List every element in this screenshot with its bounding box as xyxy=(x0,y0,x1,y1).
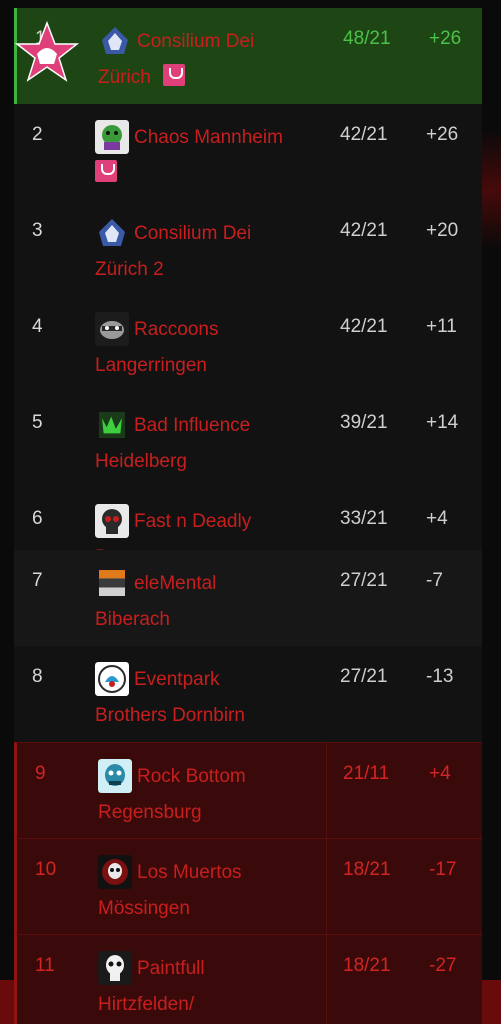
team-name-line1: Consilium Dei xyxy=(137,31,255,52)
team-name-line2: Brothers Dornbirn xyxy=(95,705,245,726)
score-cell: 42/21 xyxy=(340,220,388,241)
team-name: Los Muertos Mössingen xyxy=(98,855,298,927)
trophy-icon xyxy=(95,160,117,182)
team-name: eleMental Biberach xyxy=(95,566,295,638)
score-cell: 27/21 xyxy=(340,666,388,687)
rank-cell: 4 xyxy=(32,316,43,337)
team-name-line2: Regensburg xyxy=(98,802,202,823)
table-row-10[interactable]: 10 Los Muertos Mössingen 18/21 -17 xyxy=(14,838,482,934)
score-cell: 33/21 xyxy=(340,508,388,529)
rank-cell: 6 xyxy=(32,508,43,529)
left-edge xyxy=(0,0,14,1024)
trophy-icon xyxy=(163,64,185,86)
rank-cell: 11 xyxy=(35,955,55,976)
team-name-line1: Consilium Dei xyxy=(134,223,252,244)
diff-cell: +26 xyxy=(429,28,462,49)
rank-cell: 7 xyxy=(32,570,43,591)
team-name-line2: Hirtzfelden/ xyxy=(98,994,195,1015)
team-name: Eventpark Brothers Dornbirn xyxy=(95,662,295,734)
right-edge-accent xyxy=(482,980,501,1024)
team-name-line2: Mössingen xyxy=(98,898,190,919)
score-cell: 21/11 xyxy=(343,763,390,784)
team-name-line2: Heidelberg xyxy=(95,451,187,472)
leader-star-icon xyxy=(15,20,79,82)
diff-cell: -7 xyxy=(426,570,443,591)
diff-cell: +4 xyxy=(429,763,451,784)
diff-cell: -27 xyxy=(429,955,457,976)
column-divider xyxy=(326,839,327,934)
team-name: Chaos Mannheim xyxy=(95,120,295,156)
team-name: Rock Bottom Regensburg xyxy=(98,759,298,831)
table-row-1[interactable]: 1 Consilium Dei Zürich 48/21 +26 xyxy=(14,8,482,104)
team-name-line2: Zürich 2 xyxy=(95,259,164,280)
score-cell: 18/21 xyxy=(343,859,391,880)
team-name-line1: eleMental xyxy=(134,573,217,594)
rank-cell: 10 xyxy=(35,859,57,880)
column-divider xyxy=(326,935,327,1024)
team-name-line1: Bad Influence xyxy=(134,415,251,436)
diff-cell: +14 xyxy=(426,412,459,433)
rank-cell: 9 xyxy=(35,763,46,784)
diff-cell: +20 xyxy=(426,220,459,241)
diff-cell: +26 xyxy=(426,124,459,145)
score-cell: 48/21 xyxy=(343,28,391,49)
table-row-6[interactable]: 6 Fast n Deadly Bern 33/21 +4 xyxy=(14,488,482,568)
diff-cell: -13 xyxy=(426,666,454,687)
score-cell: 42/21 xyxy=(340,124,388,145)
table-row-3[interactable]: 3 Consilium Dei Zürich 2 42/21 +20 xyxy=(14,200,482,296)
table-row-5[interactable]: 5 Bad Influence Heidelberg 39/21 +14 xyxy=(14,392,482,488)
left-edge-accent xyxy=(0,980,14,1024)
team-name: Paintfull Hirtzfelden/ xyxy=(98,951,298,1023)
rank-cell: 2 xyxy=(32,124,43,145)
diff-cell: +4 xyxy=(426,508,448,529)
rank-cell: 3 xyxy=(32,220,43,241)
table-row-2[interactable]: 2 Chaos Mannheim 42/21 +26 xyxy=(14,104,482,200)
team-name-line2: Langerringen xyxy=(95,355,207,376)
table-row-9[interactable]: 9 Rock Bottom Regensburg 21/11 +4 xyxy=(14,742,482,838)
team-name: Consilium Dei Zürich xyxy=(98,24,298,96)
team-name-line1: Paintfull xyxy=(137,958,205,979)
team-name-line2: Zürich xyxy=(98,67,151,88)
table-row-4[interactable]: 4 Raccoons Langerringen 42/21 +11 xyxy=(14,296,482,392)
right-edge-glow xyxy=(482,130,501,250)
score-cell: 42/21 xyxy=(340,316,388,337)
score-cell: 27/21 xyxy=(340,570,388,591)
team-name: Bad Influence Heidelberg xyxy=(95,408,295,480)
table-row-8[interactable]: 8 Eventpark Brothers Dornbirn 27/21 -13 xyxy=(14,646,482,742)
team-name-line1: Raccoons xyxy=(134,319,219,340)
team-name-line1: Rock Bottom xyxy=(137,766,246,787)
right-edge xyxy=(482,0,501,1024)
diff-cell: -17 xyxy=(429,859,457,880)
team-name-line1: Los Muertos xyxy=(137,862,242,883)
team-name: Consilium Dei Zürich 2 xyxy=(95,216,295,288)
score-cell: 18/21 xyxy=(343,955,391,976)
table-row-11[interactable]: 11 Paintfull Hirtzfelden/ 18/21 -27 xyxy=(14,934,482,1024)
team-name-line1: Chaos Mannheim xyxy=(134,127,283,148)
standings-table: 1 Consilium Dei Zürich 48/21 +26 2 Chaos… xyxy=(14,8,482,1024)
score-cell: 39/21 xyxy=(340,412,388,433)
column-divider xyxy=(326,743,327,838)
rank-cell: 8 xyxy=(32,666,43,687)
diff-cell: +11 xyxy=(426,316,457,337)
team-name-line2: Biberach xyxy=(95,609,170,630)
rank-cell: 5 xyxy=(32,412,43,433)
table-row-7[interactable]: 7 eleMental Biberach 27/21 -7 xyxy=(14,550,482,646)
team-name-line1: Eventpark xyxy=(134,669,220,690)
team-name: Raccoons Langerringen xyxy=(95,312,295,384)
